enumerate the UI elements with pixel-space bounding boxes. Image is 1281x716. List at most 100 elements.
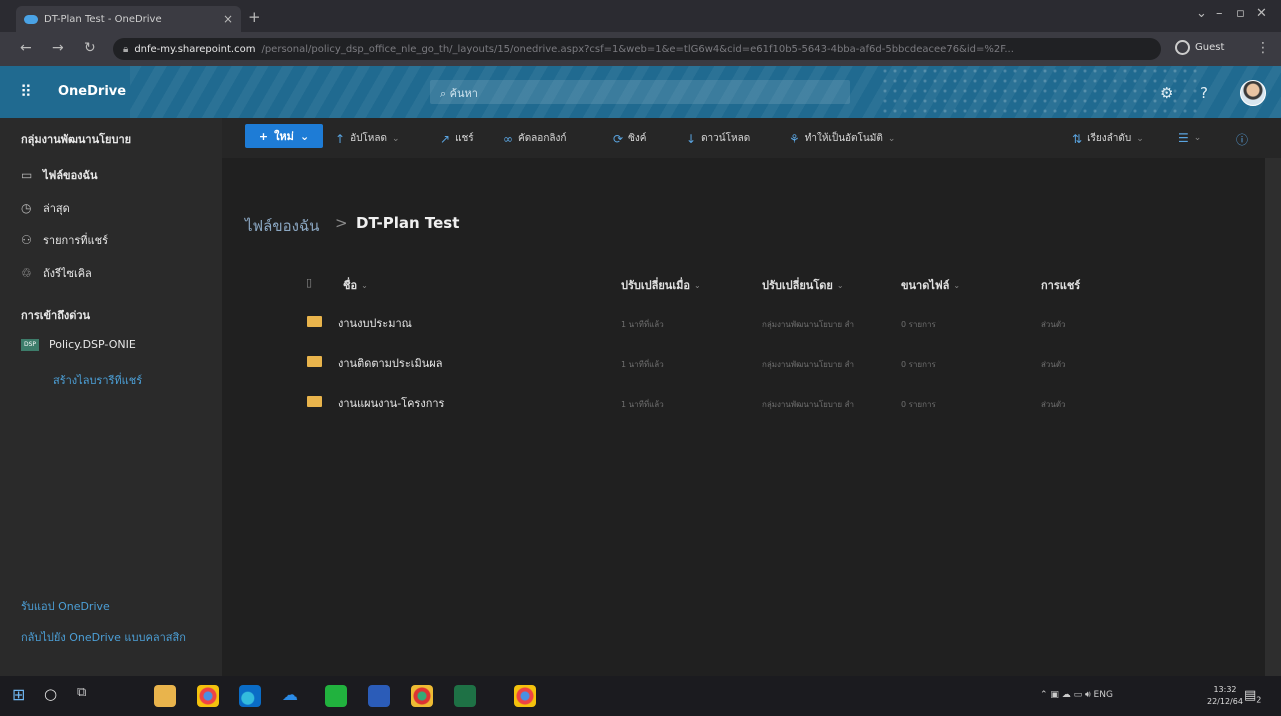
size-cell: 0 รายการ	[901, 320, 936, 329]
settings-gear-icon[interactable]: ⚙	[1160, 84, 1173, 102]
nav-item-shared[interactable]: ⚇ รายการที่แชร์	[21, 231, 108, 249]
view-options-button[interactable]: ☰ ⌄	[1178, 131, 1201, 145]
chevron-down-icon: ⌄	[1193, 133, 1202, 143]
chrome-profile-icon[interactable]	[411, 685, 433, 707]
nav-item-recent[interactable]: ◷ ล่าสุด	[21, 199, 70, 217]
edge-icon[interactable]	[239, 685, 261, 707]
file-name-link[interactable]: งานแผนงาน-โครงการ	[338, 394, 444, 412]
nav-library-policy[interactable]: DSP Policy.DSP-ONIE	[21, 338, 136, 351]
automate-button[interactable]: ⚘ ทำให้เป็นอัตโนมัติ ⌄	[789, 131, 895, 146]
share-button[interactable]: ↗ แชร์	[440, 131, 474, 146]
search-circle-icon[interactable]: ○	[44, 685, 66, 707]
close-tab-icon[interactable]: ×	[223, 12, 233, 26]
share-icon: ↗	[440, 131, 451, 146]
sync-icon: ⟳	[613, 131, 624, 146]
chevron-down-icon: ⌄	[392, 133, 400, 144]
help-icon[interactable]: ?	[1200, 84, 1208, 102]
download-button[interactable]: ↓ ดาวน์โหลด	[686, 131, 750, 146]
onedrive-cloud-icon	[24, 14, 38, 24]
tab-title: DT-Plan Test - OneDrive	[44, 13, 162, 25]
file-name-link[interactable]: งานติดตามประเมินผล	[338, 354, 442, 372]
sync-button[interactable]: ⟳ ซิงค์	[613, 131, 646, 146]
active-chrome-icon[interactable]	[514, 685, 536, 707]
guest-avatar-icon	[1175, 40, 1190, 55]
column-header-sharing[interactable]: การแชร์	[1041, 276, 1080, 294]
column-header-modified[interactable]: ปรับเปลี่ยนเมื่อ ⌄	[621, 276, 701, 294]
restore-icon[interactable]: ▫	[1236, 6, 1245, 21]
download-icon: ↓	[686, 131, 697, 146]
new-button[interactable]: + ใหม่ ⌄	[245, 124, 323, 148]
windows-start-icon[interactable]: ⊞	[12, 685, 34, 707]
people-icon: ⚇	[21, 233, 32, 247]
browser-tab[interactable]: DT-Plan Test - OneDrive ×	[16, 6, 241, 32]
search-placeholder: ค้นหา	[449, 87, 478, 100]
file-explorer-icon[interactable]	[154, 685, 176, 707]
upload-button[interactable]: ↑ อัปโหลด ⌄	[335, 131, 400, 146]
task-view-icon[interactable]: ⧉	[77, 685, 99, 707]
folder-icon	[307, 356, 322, 367]
folder-icon	[307, 396, 322, 407]
size-cell: 0 รายการ	[901, 400, 936, 409]
chrome-icon[interactable]	[197, 685, 219, 707]
sharing-cell: ส่วนตัว	[1041, 320, 1066, 329]
flow-icon: ⚘	[789, 131, 800, 146]
copy-link-button[interactable]: ∞ คัดลอกลิงก์	[503, 131, 566, 146]
upload-icon: ↑	[335, 131, 346, 146]
address-bar[interactable]: 🔒︎ dnfe-my.sharepoint.com/personal/polic…	[113, 38, 1161, 60]
folder-icon	[307, 316, 322, 327]
nav-item-my-files[interactable]: ▭ ไฟล์ของฉัน	[21, 166, 98, 184]
line-app-icon[interactable]	[325, 685, 347, 707]
get-onedrive-app-link[interactable]: รับแอป OneDrive	[21, 597, 110, 615]
modified-cell: 1 นาทีที่แล้ว	[621, 360, 664, 369]
url-host: dnfe-my.sharepoint.com	[134, 43, 256, 55]
create-shared-library-link[interactable]: สร้างไลบรารีที่แชร์	[53, 371, 142, 389]
modified-by-cell: กลุ่มงานพัฒนานโยบาย สำ	[762, 360, 854, 369]
recycle-bin-icon: ♲	[21, 266, 32, 280]
folder-icon: ▭	[21, 168, 33, 182]
chevron-down-icon: ⌄	[953, 280, 961, 290]
chevron-down-icon: ⌄	[299, 129, 310, 143]
onedrive-cloud-icon[interactable]: ☁	[282, 685, 304, 707]
profile-button[interactable]: Guest	[1175, 40, 1224, 55]
modified-by-cell: กลุ่มงานพัฒนานโยบาย สำ	[762, 320, 854, 329]
library-badge: DSP	[21, 338, 39, 351]
search-input[interactable]: ⌕ ค้นหา	[430, 80, 850, 104]
column-header-modified-by[interactable]: ปรับเปลี่ยนโดย ⌄	[762, 276, 844, 294]
minimize-icon[interactable]: –	[1216, 6, 1223, 21]
classic-onedrive-link[interactable]: กลับไปยัง OneDrive แบบคลาสสิก	[21, 628, 201, 646]
sharing-cell: ส่วนตัว	[1041, 360, 1066, 369]
vertical-scrollbar[interactable]	[1265, 158, 1281, 676]
file-name-link[interactable]: งานงบประมาณ	[338, 314, 412, 332]
chevron-down-icon: ⌄	[887, 133, 896, 144]
clock[interactable]: 13:32 22/12/64	[1207, 684, 1243, 708]
breadcrumb-root[interactable]: ไฟล์ของฉัน	[245, 214, 319, 238]
list-view-icon: ☰	[1178, 131, 1189, 145]
select-all-checkbox[interactable]: ▯	[306, 276, 312, 289]
search-icon: ⌕	[440, 87, 450, 100]
system-tray[interactable]: ⌃ ▣ ☁ ▭ 🔊︎ ENG	[1040, 690, 1113, 700]
close-window-icon[interactable]: ✕	[1256, 6, 1267, 21]
input-language: ENG	[1093, 690, 1113, 700]
app-launcher-icon[interactable]: ⠿	[20, 82, 32, 101]
new-tab-button[interactable]: +	[248, 8, 261, 26]
nav-item-recycle-bin[interactable]: ♲ ถังรีไซเคิล	[21, 264, 92, 282]
notification-icon[interactable]: ▤2	[1244, 688, 1261, 705]
sort-button[interactable]: ⇅ เรียงลำดับ ⌄	[1072, 131, 1144, 146]
column-header-name[interactable]: ชื่อ ⌄	[343, 276, 368, 294]
user-avatar[interactable]	[1240, 80, 1266, 106]
menu-icon[interactable]: ⋮	[1256, 40, 1270, 56]
reload-icon[interactable]: ↻	[84, 40, 96, 56]
column-header-size[interactable]: ขนาดไฟล์ ⌄	[901, 276, 960, 294]
excel-icon[interactable]	[454, 685, 476, 707]
word-icon[interactable]	[368, 685, 390, 707]
header-dots	[880, 66, 1200, 118]
size-cell: 0 รายการ	[901, 360, 936, 369]
lock-icon: 🔒︎	[123, 43, 129, 55]
app-name[interactable]: OneDrive	[58, 84, 126, 99]
info-pane-button[interactable]: ⓘ	[1236, 131, 1248, 148]
tab-search-icon[interactable]: ⌄	[1196, 6, 1207, 21]
back-icon[interactable]: ←	[20, 40, 32, 56]
profile-label: Guest	[1195, 42, 1225, 53]
quick-access-title: การเข้าถึงด่วน	[21, 309, 91, 322]
forward-icon[interactable]: →	[52, 40, 64, 56]
